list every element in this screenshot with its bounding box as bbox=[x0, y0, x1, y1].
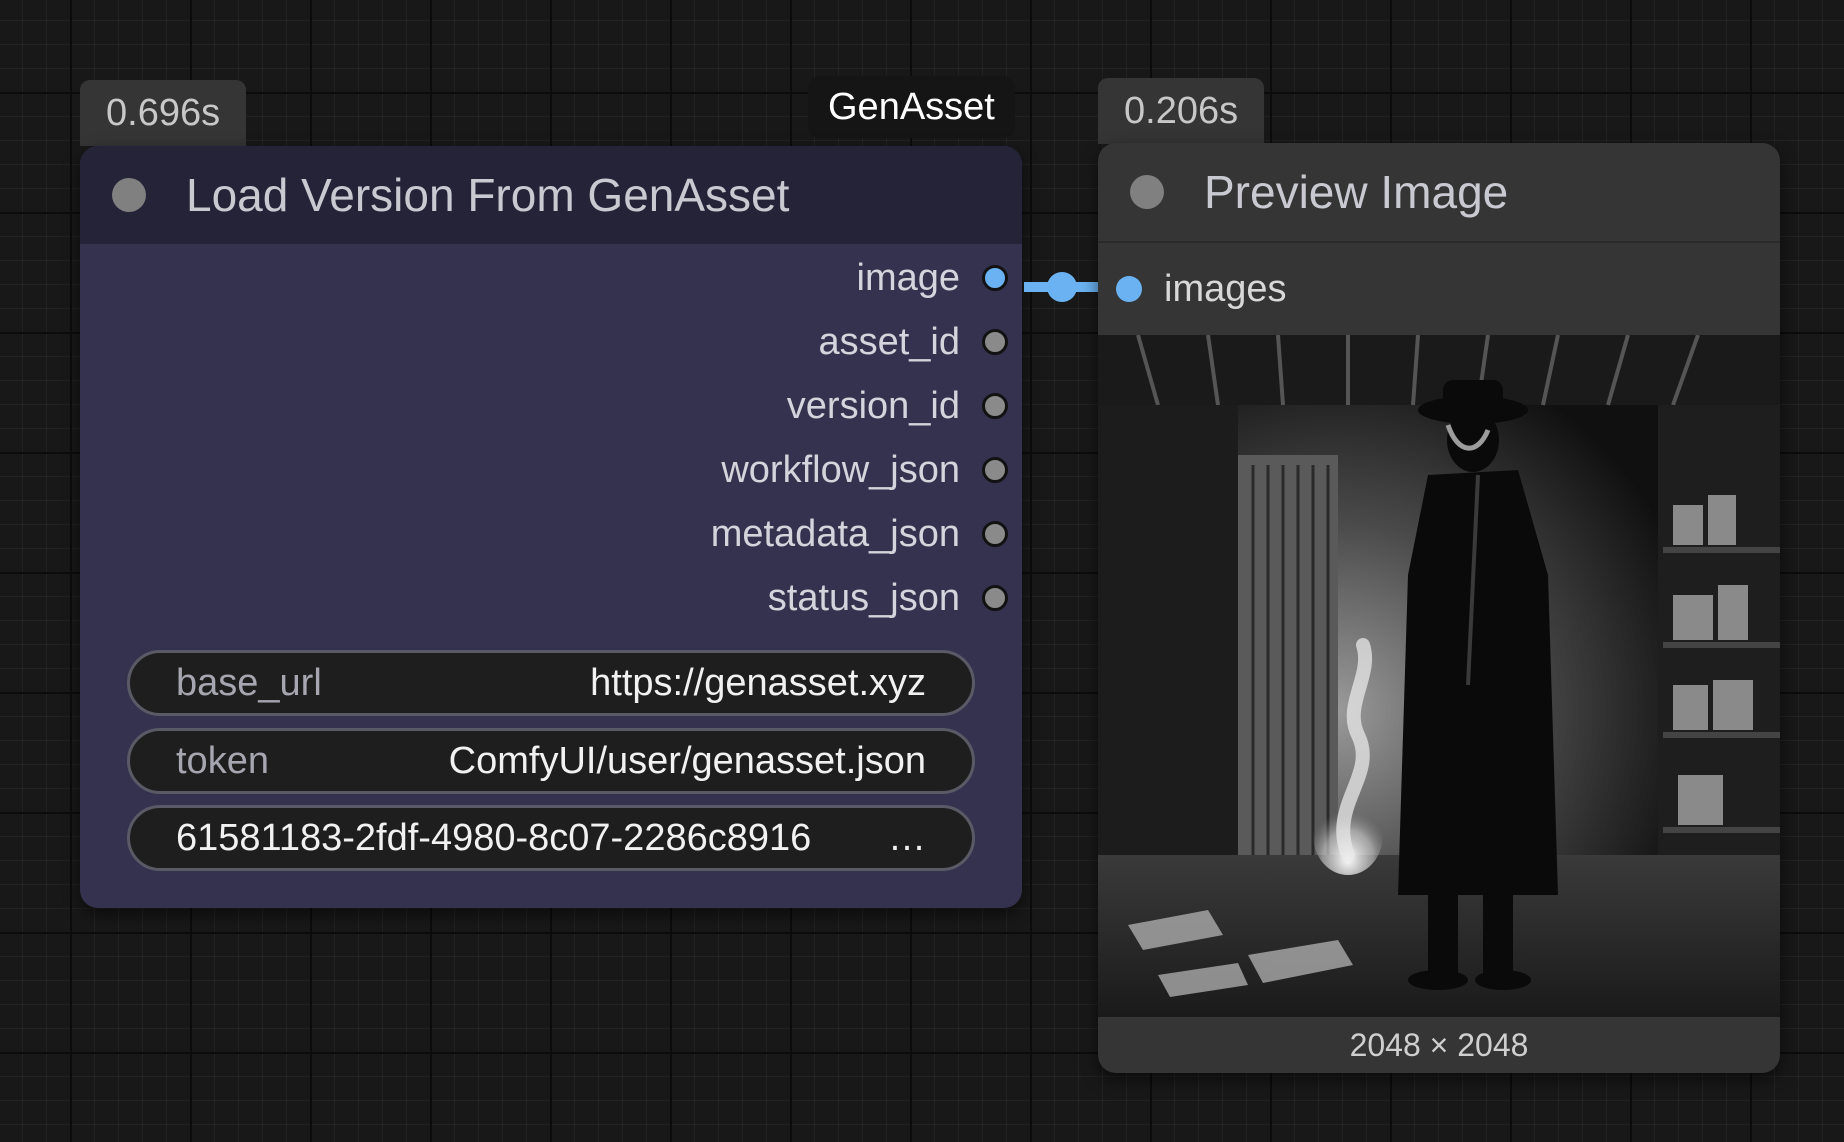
output-image[interactable]: image bbox=[856, 248, 1008, 308]
collapse-toggle-icon[interactable] bbox=[1130, 175, 1164, 209]
input-images[interactable]: images bbox=[1098, 243, 1780, 335]
output-label: asset_id bbox=[818, 320, 960, 363]
output-slot-icon[interactable] bbox=[982, 457, 1008, 483]
input-slot-icon[interactable] bbox=[1116, 276, 1142, 302]
output-version-id[interactable]: version_id bbox=[787, 376, 1008, 436]
widget-label: token bbox=[176, 739, 269, 782]
preview-image-node[interactable]: Preview Image images 2048 × 2048 bbox=[1098, 143, 1780, 1073]
output-slot-icon[interactable] bbox=[982, 265, 1008, 291]
load-version-node[interactable]: Load Version From GenAsset image asset_i… bbox=[80, 146, 1022, 908]
input-label: images bbox=[1164, 267, 1287, 310]
base-url-widget[interactable]: base_url https://genasset.xyz bbox=[127, 650, 975, 716]
output-slot-icon[interactable] bbox=[982, 393, 1008, 419]
version-id-widget[interactable]: 61581183-2fdf-4980-8c07-2286c8916 … bbox=[127, 805, 975, 871]
image-dimensions: 2048 × 2048 bbox=[1349, 1027, 1529, 1063]
load-node-header[interactable]: Load Version From GenAsset bbox=[80, 146, 1022, 244]
output-asset-id[interactable]: asset_id bbox=[818, 312, 1008, 372]
load-node-title: Load Version From GenAsset bbox=[186, 169, 790, 221]
group-title[interactable]: GenAsset bbox=[808, 76, 1015, 138]
output-label: metadata_json bbox=[710, 512, 960, 555]
preview-node-header[interactable]: Preview Image bbox=[1098, 143, 1780, 243]
collapse-toggle-icon[interactable] bbox=[112, 178, 146, 212]
widget-label: base_url bbox=[176, 661, 322, 704]
load-node-time-badge: 0.696s bbox=[80, 80, 247, 146]
widget-value: ComfyUI/user/genasset.json bbox=[448, 739, 926, 782]
preview-node-title: Preview Image bbox=[1204, 166, 1509, 218]
link-midpoint-icon[interactable] bbox=[1047, 272, 1077, 302]
output-workflow-json[interactable]: workflow_json bbox=[721, 440, 1008, 500]
output-label: image bbox=[856, 256, 961, 299]
output-slots: image asset_id version_id workflow_json … bbox=[80, 244, 1022, 662]
widget-value: https://genasset.xyz bbox=[590, 661, 926, 704]
output-label: workflow_json bbox=[721, 448, 960, 491]
preview-node-time-badge: 0.206s bbox=[1098, 78, 1265, 144]
output-slot-icon[interactable] bbox=[982, 585, 1008, 611]
output-metadata-json[interactable]: metadata_json bbox=[711, 504, 1008, 564]
output-slot-icon[interactable] bbox=[982, 521, 1008, 547]
noir-figure-illustration bbox=[1098, 335, 1780, 1017]
preview-image bbox=[1098, 335, 1780, 1017]
widget-value: 61581183-2fdf-4980-8c07-2286c8916 bbox=[176, 816, 812, 859]
output-label: version_id bbox=[786, 384, 960, 427]
output-status-json[interactable]: status_json bbox=[768, 568, 1008, 628]
output-label: status_json bbox=[767, 576, 960, 619]
widget-ellipsis: … bbox=[888, 816, 926, 859]
output-slot-icon[interactable] bbox=[982, 329, 1008, 355]
token-widget[interactable]: token ComfyUI/user/genasset.json bbox=[127, 728, 975, 794]
